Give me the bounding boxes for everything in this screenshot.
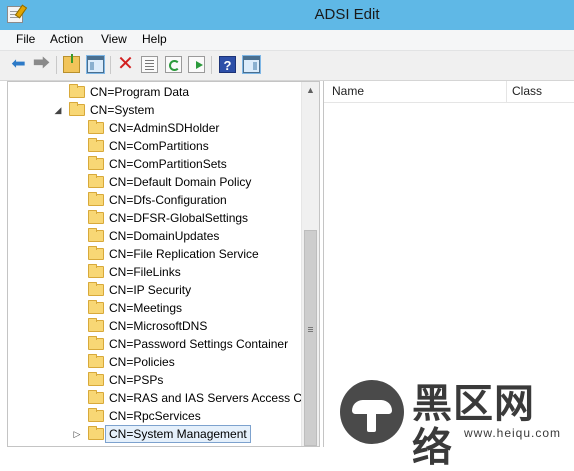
tree-item[interactable]: CN=DFSR-GlobalSettings bbox=[8, 209, 300, 227]
tree-item[interactable]: CN=ComPartitionSets bbox=[8, 155, 300, 173]
delete-icon[interactable]: ✕ bbox=[117, 54, 134, 74]
tree-item-label: CN=Program Data bbox=[90, 85, 190, 99]
window-title: ADSI Edit bbox=[314, 6, 380, 23]
tree-item[interactable]: ◢ CN=System bbox=[8, 101, 300, 119]
menu-action[interactable]: Action bbox=[50, 32, 83, 46]
tree-item-label: CN=AdminSDHolder bbox=[109, 121, 220, 135]
folder-icon bbox=[88, 210, 104, 224]
folder-icon bbox=[88, 246, 104, 260]
scroll-up-arrow-icon[interactable]: ▲ bbox=[302, 82, 319, 99]
tree-item-label: CN=Dfs-Configuration bbox=[109, 193, 227, 207]
scroll-grip-icon bbox=[308, 327, 313, 328]
tree-item-label: CN=Policies bbox=[109, 355, 175, 369]
tree-pane: CN=Program Data ◢ CN=System CN=AdminSDHolde… bbox=[7, 81, 320, 447]
tree-item[interactable]: CN=AdminSDHolder bbox=[8, 119, 300, 137]
tree-item-label: CN=Meetings bbox=[109, 301, 183, 315]
tree-item-label: CN=ComPartitionSets bbox=[109, 157, 227, 171]
properties-icon[interactable] bbox=[141, 56, 158, 73]
toolbar-separator bbox=[110, 56, 111, 74]
tree-item[interactable]: CN=RpcServices bbox=[8, 407, 300, 425]
folder-icon bbox=[88, 408, 104, 422]
help-icon[interactable]: ? bbox=[219, 56, 236, 73]
tree-item[interactable]: CN=Dfs-Configuration bbox=[8, 191, 300, 209]
folder-icon bbox=[88, 264, 104, 278]
tree-item[interactable]: CN=DomainUpdates bbox=[8, 227, 300, 245]
collapsed-arrow-icon[interactable]: ▷ bbox=[72, 425, 82, 443]
tree-item-label: CN=File Replication Service bbox=[109, 247, 259, 261]
tree-item-label: CN=ComPartitions bbox=[109, 139, 209, 153]
menu-bar: File Action View Help bbox=[0, 30, 574, 51]
tree-item-label: CN=RAS and IAS Servers Access Che bbox=[109, 391, 316, 405]
expanded-arrow-icon[interactable]: ◢ bbox=[53, 101, 63, 119]
tree-item[interactable]: CN=MicrosoftDNS bbox=[8, 317, 300, 335]
menu-view[interactable]: View bbox=[101, 32, 127, 46]
tree-item[interactable]: CN=Policies bbox=[8, 353, 300, 371]
tree-item-label: CN=IP Security bbox=[109, 283, 192, 297]
menu-help[interactable]: Help bbox=[142, 32, 167, 46]
folder-icon bbox=[88, 354, 104, 368]
show-hide-action-pane-icon[interactable] bbox=[242, 55, 261, 74]
up-folder-icon[interactable] bbox=[63, 54, 80, 73]
back-icon[interactable]: ⬅ bbox=[10, 55, 27, 73]
list-header: Name Class bbox=[324, 81, 574, 103]
tree-vertical-scrollbar[interactable]: ▲ bbox=[301, 82, 319, 446]
watermark-logo-icon bbox=[340, 380, 404, 444]
forward-icon[interactable]: ⮕ bbox=[33, 55, 50, 73]
folder-icon bbox=[69, 84, 85, 98]
tree-item-label: CN=PSPs bbox=[109, 373, 164, 387]
scroll-thumb[interactable] bbox=[304, 230, 317, 446]
tree-item-label: CN=DFSR-GlobalSettings bbox=[109, 211, 249, 225]
tree-item[interactable]: CN=IP Security bbox=[8, 281, 300, 299]
folder-icon bbox=[88, 318, 104, 332]
tree-item-label: CN=RpcServices bbox=[109, 409, 201, 423]
tree-item[interactable]: CN=Program Data bbox=[8, 83, 300, 101]
folder-icon bbox=[88, 282, 104, 296]
column-header-class[interactable]: Class bbox=[512, 84, 542, 98]
tree-item-label: CN=Password Settings Container bbox=[109, 337, 289, 351]
tree-item-label: CN=DomainUpdates bbox=[109, 229, 220, 243]
folder-icon bbox=[88, 228, 104, 242]
toolbar-separator bbox=[56, 56, 57, 74]
folder-icon bbox=[88, 120, 104, 134]
tree-item-label: CN=MicrosoftDNS bbox=[109, 319, 208, 333]
folder-icon bbox=[69, 102, 85, 116]
column-header-name[interactable]: Name bbox=[332, 84, 364, 98]
tree-item-label: CN=Default Domain Policy bbox=[109, 175, 252, 189]
folder-icon bbox=[88, 390, 104, 404]
toolbar: ⬅ ⮕ ✕ ? bbox=[0, 51, 574, 81]
tree-item-label: CN=FileLinks bbox=[109, 265, 181, 279]
tree-item-label: CN=System bbox=[90, 103, 155, 117]
folder-icon bbox=[88, 372, 104, 386]
folder-icon bbox=[88, 336, 104, 350]
tree-item[interactable]: CN=ComPartitions bbox=[8, 137, 300, 155]
tree-item[interactable]: CN=Password Settings Container bbox=[8, 335, 300, 353]
watermark-url: www.heiqu.com bbox=[464, 426, 562, 440]
tree-item[interactable]: CN=Default Domain Policy bbox=[8, 173, 300, 191]
title-bar: ADSI Edit bbox=[0, 0, 574, 30]
export-list-icon[interactable] bbox=[188, 56, 205, 73]
tree-item-label: CN=System Management bbox=[105, 425, 251, 443]
refresh-icon[interactable] bbox=[165, 56, 182, 73]
tree-item[interactable]: CN=RAS and IAS Servers Access Che bbox=[8, 389, 315, 407]
folder-icon bbox=[88, 300, 104, 314]
column-divider[interactable] bbox=[506, 81, 507, 102]
toolbar-separator bbox=[211, 56, 212, 74]
tree-item[interactable]: CN=Meetings bbox=[8, 299, 300, 317]
tree-item[interactable]: CN=PSPs bbox=[8, 371, 300, 389]
menu-file[interactable]: File bbox=[16, 32, 35, 46]
folder-icon bbox=[88, 426, 104, 440]
folder-icon bbox=[88, 174, 104, 188]
tree-item[interactable]: CN=File Replication Service bbox=[8, 245, 300, 263]
tree-item[interactable]: CN=FileLinks bbox=[8, 263, 300, 281]
folder-icon bbox=[88, 156, 104, 170]
watermark: 黑区网络 www.heiqu.com bbox=[340, 380, 574, 470]
tree-item[interactable]: ▷ CN=System Management bbox=[8, 425, 300, 443]
folder-icon bbox=[88, 138, 104, 152]
show-hide-tree-icon[interactable] bbox=[86, 55, 105, 74]
folder-icon bbox=[88, 192, 104, 206]
